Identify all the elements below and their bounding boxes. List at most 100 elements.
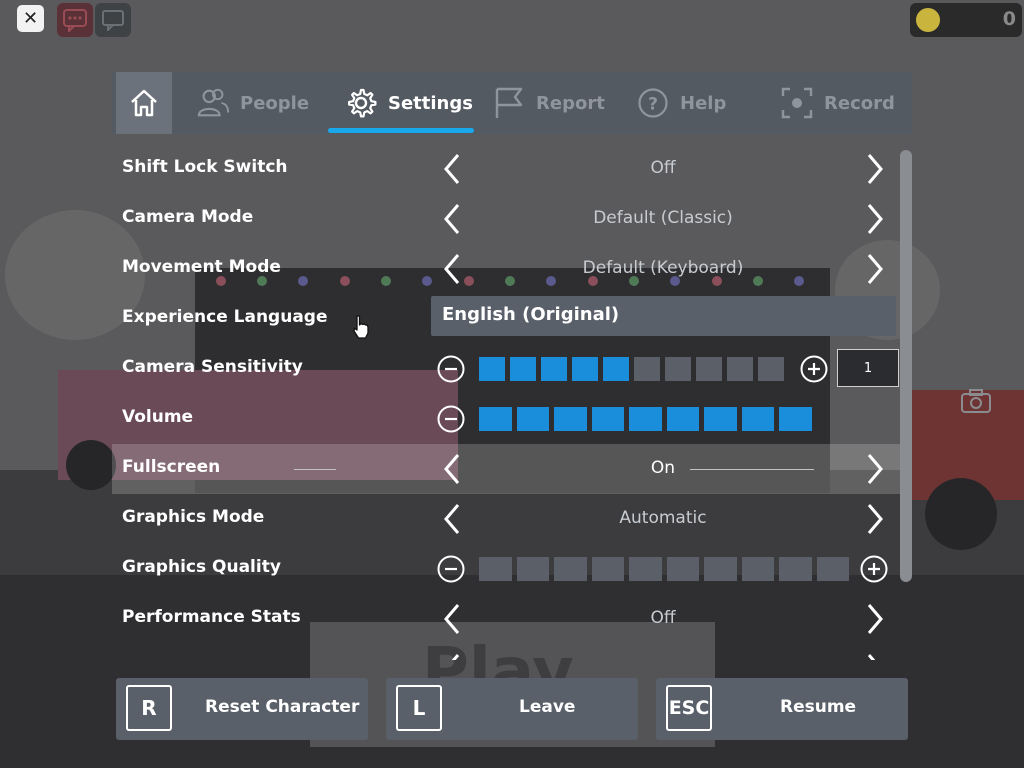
slider-segment[interactable] (779, 407, 812, 431)
setting-label: Camera Mode (122, 207, 254, 227)
tab-people[interactable]: People (196, 72, 309, 134)
slider-segment[interactable] (479, 557, 512, 581)
menu-tab-bar: People Settings Report ? Help Record (112, 72, 912, 134)
slider-segment[interactable] (516, 557, 549, 581)
slider-segment[interactable] (758, 357, 784, 381)
slider-segment[interactable] (516, 407, 549, 431)
menu-button[interactable] (95, 3, 131, 37)
selection-line (294, 469, 336, 470)
chevron-left-icon[interactable] (437, 202, 467, 236)
slider-segment[interactable] (704, 557, 737, 581)
chevron-right-icon[interactable] (860, 202, 890, 236)
slider-segment[interactable] (779, 557, 812, 581)
slider-segment[interactable] (696, 357, 722, 381)
settings-scrollbar[interactable] (900, 150, 912, 582)
chat-bubble-icon (102, 10, 124, 31)
tab-record[interactable]: Record (780, 72, 895, 134)
leave-button[interactable]: L Leave (386, 678, 638, 740)
record-icon (781, 87, 813, 119)
camera-icon[interactable] (960, 388, 992, 414)
slider-segment[interactable] (666, 557, 699, 581)
slider-segment[interactable] (479, 407, 512, 431)
chevron-left-icon[interactable] (437, 602, 467, 636)
slider-segment[interactable] (554, 407, 587, 431)
chevron-left-icon[interactable] (437, 452, 467, 486)
setting-row-camera-mode: Camera Mode Default (Classic) (112, 194, 900, 244)
button-label: Reset Character (205, 697, 360, 717)
slider-segment[interactable] (666, 407, 699, 431)
setting-row-graphics-quality: Graphics Quality (112, 544, 900, 594)
slider-segment[interactable] (741, 557, 774, 581)
tab-settings[interactable]: Settings (344, 72, 473, 134)
slider-segment[interactable] (572, 357, 598, 381)
coin-count: 0 (1002, 8, 1016, 30)
volume-slider[interactable] (479, 407, 812, 431)
slider-segment[interactable] (634, 357, 660, 381)
graphics-quality-slider[interactable] (479, 557, 849, 581)
slider-segment[interactable] (727, 357, 753, 381)
slider-segment[interactable] (816, 557, 849, 581)
chat-button[interactable] (57, 3, 93, 37)
setting-row-camera-sensitivity: Camera Sensitivity 1 (112, 344, 900, 394)
chevron-left-icon[interactable] (437, 502, 467, 536)
tab-label: Record (824, 92, 895, 114)
slider-segment[interactable] (541, 357, 567, 381)
slider-segment[interactable] (510, 357, 536, 381)
tab-report[interactable]: Report (492, 72, 605, 134)
minus-circle-icon[interactable] (437, 405, 465, 433)
setting-value: Off (650, 608, 676, 628)
chevron-right-icon[interactable] (860, 652, 890, 660)
chevron-left-icon[interactable] (437, 152, 467, 186)
camera-sensitivity-slider[interactable] (479, 357, 784, 381)
tab-home[interactable] (116, 72, 172, 134)
flag-icon (495, 87, 523, 118)
settings-panel: Shift Lock Switch Off Camera Mode Defaul… (112, 144, 912, 660)
people-icon (197, 88, 230, 117)
slider-segment[interactable] (629, 557, 662, 581)
setting-label: Graphics Quality (122, 557, 281, 577)
coin-icon (916, 8, 940, 32)
setting-row-performance-stats: Performance Stats Off (112, 594, 900, 644)
setting-label: Volume (122, 407, 194, 427)
tab-label: People (240, 92, 310, 114)
plus-circle-icon[interactable] (860, 555, 888, 583)
chevron-right-icon[interactable] (860, 502, 890, 536)
language-dropdown[interactable]: English (Original) (431, 296, 896, 336)
chevron-right-icon[interactable] (860, 452, 890, 486)
setting-value: Default (Keyboard) (582, 258, 744, 278)
tab-label: Report (536, 92, 605, 114)
tab-help[interactable]: ? Help (636, 72, 726, 134)
slider-segment[interactable] (591, 557, 624, 581)
slider-segment[interactable] (479, 357, 505, 381)
active-tab-indicator (328, 128, 474, 133)
setting-row-graphics-mode: Graphics Mode Automatic (112, 494, 900, 544)
setting-label: Experience Language (122, 307, 328, 327)
setting-label: Performance Stats (122, 607, 301, 627)
slider-segment[interactable] (629, 407, 662, 431)
chevron-left-icon[interactable] (437, 252, 467, 286)
minus-circle-icon[interactable] (437, 555, 465, 583)
plus-circle-icon[interactable] (800, 355, 828, 383)
slider-segment[interactable] (603, 357, 629, 381)
slider-segment[interactable] (554, 557, 587, 581)
chevron-right-icon[interactable] (860, 252, 890, 286)
gear-icon (348, 88, 377, 118)
slider-segment[interactable] (741, 407, 774, 431)
reset-character-button[interactable]: R Reset Character (116, 678, 368, 740)
slider-segment[interactable] (704, 407, 737, 431)
chevron-left-icon[interactable] (437, 652, 467, 660)
close-button[interactable]: ✕ (17, 5, 44, 32)
slider-segment[interactable] (591, 407, 624, 431)
minus-circle-icon[interactable] (437, 355, 465, 383)
home-icon (131, 89, 157, 117)
hand-cursor-icon (353, 315, 369, 339)
selection-line (690, 469, 814, 470)
language-dropdown-value: English (Original) (442, 304, 620, 325)
setting-row-fullscreen: Fullscreen On (112, 444, 900, 494)
chevron-right-icon[interactable] (860, 152, 890, 186)
button-label: Resume (780, 697, 857, 717)
slider-segment[interactable] (665, 357, 691, 381)
resume-button[interactable]: ESC Resume (656, 678, 908, 740)
camera-sensitivity-input[interactable]: 1 (837, 349, 899, 387)
chevron-right-icon[interactable] (860, 602, 890, 636)
